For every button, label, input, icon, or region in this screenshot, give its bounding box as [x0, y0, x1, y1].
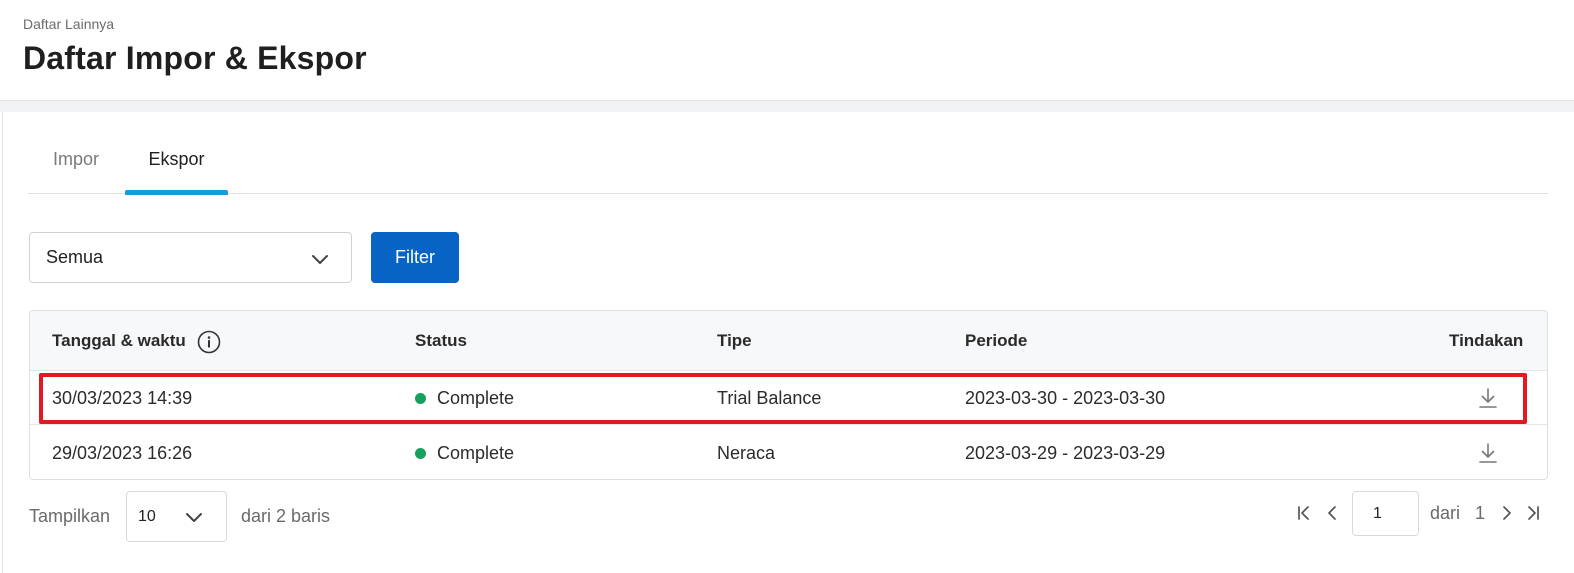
cell-datetime: 30/03/2023 14:39: [52, 388, 193, 408]
status-dot-icon: [415, 448, 426, 459]
status-filter-select[interactable]: Semua: [29, 232, 352, 283]
tab-ekspor[interactable]: Ekspor: [125, 133, 228, 194]
filter-button[interactable]: Filter: [371, 232, 459, 283]
last-page-icon[interactable]: [1523, 503, 1543, 523]
column-header-status: Status: [415, 331, 467, 350]
status-dot-icon: [415, 393, 426, 404]
prev-page-icon[interactable]: [1322, 503, 1342, 523]
page-size-select[interactable]: 10: [126, 491, 227, 542]
cell-status: Complete: [437, 388, 515, 408]
cell-period: 2023-03-29 - 2023-03-29: [965, 443, 1166, 463]
next-page-icon[interactable]: [1497, 503, 1517, 523]
page-header: Daftar Lainnya Daftar Impor & Ekspor: [0, 0, 1574, 100]
tab-impor[interactable]: Impor: [28, 133, 124, 194]
page-title: Daftar Impor & Ekspor: [23, 40, 367, 76]
breadcrumb[interactable]: Daftar Lainnya: [23, 16, 114, 32]
page-of-label: dari: [1430, 503, 1461, 523]
page-size-value: 10: [138, 508, 156, 525]
status-filter-value: Semua: [46, 247, 104, 267]
first-page-icon[interactable]: [1294, 503, 1314, 523]
tab-bar: Impor Ekspor: [28, 133, 1548, 195]
cell-status: Complete: [437, 443, 515, 463]
active-tab-indicator: [125, 190, 228, 195]
column-header-period: Periode: [965, 331, 1028, 350]
column-header-type: Tipe: [717, 331, 752, 350]
column-header-datetime[interactable]: Tanggal & waktu: [52, 331, 186, 351]
chevron-down-icon: [186, 513, 202, 522]
cell-type: Neraca: [717, 443, 776, 463]
table-row: 29/03/2023 16:26 Complete Neraca 2023-03…: [30, 426, 1547, 479]
table-header: Tanggal & waktu Status Tipe Periode Tind…: [30, 311, 1547, 371]
table-row: 30/03/2023 14:39 Complete Trial Balance …: [30, 371, 1547, 425]
rows-summary: dari 2 baris: [241, 506, 331, 526]
download-icon[interactable]: [1478, 386, 1498, 410]
cell-period: 2023-03-30 - 2023-03-30: [965, 388, 1166, 408]
export-table: Tanggal & waktu Status Tipe Periode Tind…: [29, 310, 1548, 480]
total-pages: 1: [1475, 503, 1486, 523]
cell-datetime: 29/03/2023 16:26: [52, 443, 193, 463]
cell-type: Trial Balance: [717, 388, 822, 408]
download-icon[interactable]: [1478, 441, 1498, 465]
chevron-down-icon: [312, 255, 328, 264]
page-size-label: Tampilkan: [29, 506, 111, 526]
header-divider: [0, 100, 1574, 112]
info-icon[interactable]: [197, 330, 221, 354]
column-header-actions: Tindakan: [1449, 331, 1524, 350]
page-number-input[interactable]: 1: [1352, 491, 1419, 536]
